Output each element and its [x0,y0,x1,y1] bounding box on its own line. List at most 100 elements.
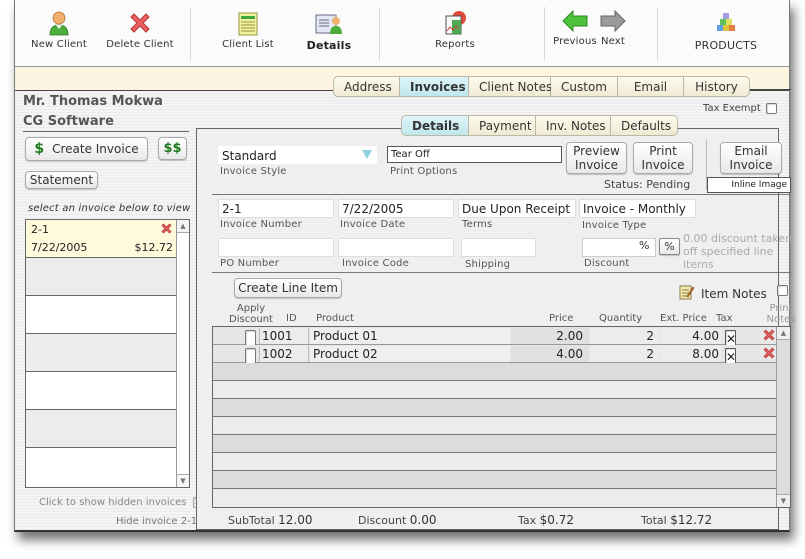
products-icon [691,8,761,36]
terms-field[interactable]: Due Upon Receipt [458,199,576,218]
scroll-up-icon[interactable]: ▲ [177,220,189,233]
invoice-type-label: Invoice Type [582,220,647,231]
toolbar-separator [544,7,545,61]
po-number-field[interactable] [218,238,334,257]
shipping-label: Shipping [465,259,511,270]
next-button[interactable]: Next [598,8,628,47]
tab-payment[interactable]: Payment [469,115,536,136]
line-item-price[interactable]: 2.00 [511,328,589,344]
invoice-date-field[interactable]: 7/22/2005 [338,199,454,218]
invoice-list-scrollbar[interactable]: ▲ ▼ [176,220,189,487]
line-item-id[interactable]: 1001 [259,328,309,344]
tab-defaults[interactable]: Defaults [611,115,678,136]
tab-details[interactable]: Details [401,115,469,136]
line-item-quantity[interactable]: 2 [590,346,660,362]
invoice-list-item[interactable]: 2-1 7/22/2005 $12.72 [26,220,177,258]
client-tabs: Address Invoices Client Notes Custom Ema… [333,76,750,97]
invoice-amount: $12.72 [134,241,174,254]
previous-button[interactable]: Previous [547,8,603,47]
col-id: ID [286,313,297,324]
line-item-price[interactable]: 4.00 [511,346,589,362]
line-item-empty-row [213,435,776,453]
tab-inv-notes[interactable]: Inv. Notes [536,115,611,136]
invoice-style-value: Standard [222,149,277,163]
line-item-empty-row [213,381,776,399]
line-item-product[interactable]: Product 01 [310,328,510,344]
show-hidden-label: Click to show hidden invoices [39,497,187,508]
tax-exempt-checkbox[interactable] [765,103,777,114]
preview-invoice-button[interactable]: Preview Invoice [566,142,627,174]
grand-total-label: Total [641,514,667,527]
tab-custom[interactable]: Custom [551,76,618,97]
line-item-id[interactable]: 1002 [259,346,309,362]
item-notes-checkbox[interactable] [777,285,788,296]
tab-address[interactable]: Address [333,76,400,97]
products-button[interactable]: PRODUCTS [691,8,761,52]
print-options-field[interactable]: Tear Off [387,146,562,163]
reports-button[interactable]: Reports [425,8,485,50]
toolbar-separator [379,7,380,61]
notepad-icon [679,284,695,303]
print-invoice-button[interactable]: Print Invoice [633,142,693,174]
line-item-ext-price: 8.00 [661,346,721,362]
new-client-button[interactable]: New Client [31,8,87,50]
discount-type-toggle[interactable]: % [659,238,680,255]
line-item-empty-row [213,471,776,489]
discount-total-value: 0.00 [409,513,437,527]
line-item-empty-row [213,399,776,417]
client-list-icon [218,8,278,36]
col-ext-price: Ext. Price [660,313,707,324]
apply-discount-checkbox[interactable] [245,330,256,346]
divider [212,194,791,195]
invoice-list: 2-1 7/22/2005 $12.72 ▲ ▼ [25,219,190,488]
line-items-scrollbar[interactable]: ▲ ▼ [776,327,790,507]
select-invoice-hint: select an invoice below to view [28,203,191,214]
email-format-select[interactable]: Inline Image [707,177,791,193]
apply-discount-checkbox[interactable] [245,348,256,364]
invoice-date: 7/22/2005 [31,241,88,254]
scroll-up-icon[interactable]: ▲ [777,327,790,340]
shipping-field[interactable] [461,238,536,257]
scroll-down-icon[interactable]: ▼ [177,474,189,487]
client-list-button[interactable]: Client List [218,8,278,50]
line-item-row[interactable]: 1001 Product 01 2.00 2 4.00 ✕ [213,327,776,346]
line-item-tax-checkbox[interactable]: ✕ [725,348,736,364]
line-item-tax-checkbox[interactable]: ✕ [725,330,736,346]
app-window: New Client Delete Client Client List Det… [14,0,795,532]
create-invoice-button[interactable]: $ Create Invoice [25,137,148,161]
line-item-product[interactable]: Product 02 [310,346,510,362]
scroll-down-icon[interactable]: ▼ [777,494,790,507]
tab-history[interactable]: History [684,76,750,97]
double-dollar-icon: $$ [163,140,182,156]
invoice-code-field[interactable] [338,238,454,257]
invoice-list-empty-row [26,372,177,410]
invoice-type-field[interactable]: Invoice - Monthly [579,199,696,218]
create-line-item-button[interactable]: Create Line Item [234,278,342,298]
tab-email[interactable]: Email [618,76,684,97]
next-label: Next [600,36,626,47]
invoice-date-label: Invoice Date [340,219,406,230]
batch-invoice-button[interactable]: $$ [158,137,187,160]
col-price: Price [549,313,574,324]
col-print-notes: Print Notes [766,303,796,325]
divider [196,529,779,530]
details-button[interactable]: Details [299,8,359,52]
tab-client-notes[interactable]: Client Notes [469,76,552,97]
email-invoice-button[interactable]: Email Invoice [720,142,782,174]
tab-invoices[interactable]: Invoices [400,76,469,97]
delete-line-item-icon[interactable] [762,328,776,344]
delete-invoice-icon[interactable] [160,222,173,238]
tax-total: Tax $0.72 [518,513,574,527]
delete-client-button[interactable]: Delete Client [105,8,175,50]
line-item-quantity[interactable]: 2 [590,328,660,344]
statement-button[interactable]: Statement [25,171,98,189]
grand-total: Total $12.72 [641,513,712,527]
line-item-row[interactable]: 1002 Product 02 4.00 2 8.00 ✕ [213,345,776,364]
hide-invoice-link[interactable]: Hide invoice 2-1 [116,516,197,527]
invoice-number-field[interactable]: 2-1 [218,199,334,218]
products-label: PRODUCTS [694,39,758,52]
client-list-label: Client List [222,39,274,50]
invoice-style-select[interactable]: Standard [218,146,377,164]
delete-line-item-icon[interactable] [762,346,776,362]
line-item-empty-row [213,417,776,435]
